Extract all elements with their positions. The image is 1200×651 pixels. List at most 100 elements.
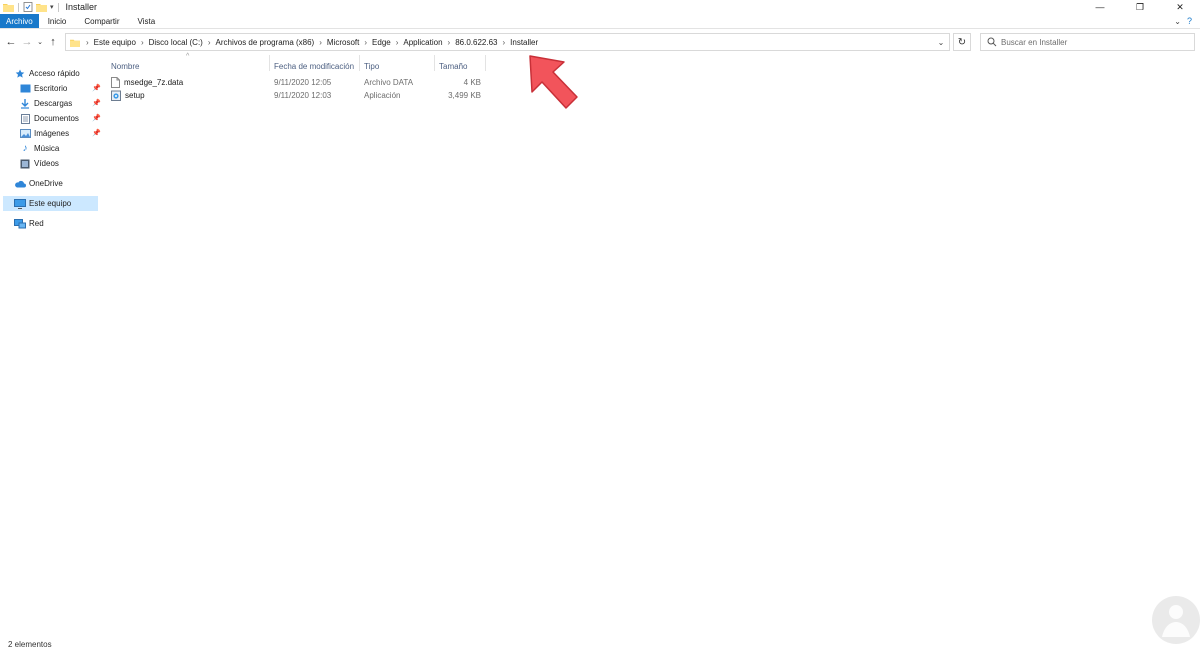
- computer-icon: [14, 198, 26, 209]
- column-header-name[interactable]: Nombre: [111, 59, 271, 73]
- column-divider[interactable]: [269, 55, 270, 71]
- toolbar-separator: [18, 2, 19, 12]
- properties-icon[interactable]: [23, 2, 33, 12]
- column-header-size[interactable]: Tamaño: [439, 59, 489, 73]
- tab-inicio[interactable]: Inicio: [39, 14, 76, 28]
- column-header-type[interactable]: Tipo: [364, 59, 434, 73]
- sidebar-item-este-equipo[interactable]: Este equipo: [3, 196, 98, 211]
- search-input[interactable]: [1001, 37, 1191, 47]
- table-row[interactable]: setup 9/11/2020 12:03 Aplicación 3,499 K…: [105, 88, 485, 102]
- sidebar-item-label: OneDrive: [29, 179, 63, 188]
- breadcrumb-chevron-icon[interactable]: ›: [394, 38, 401, 47]
- status-bar: 2 elementos: [0, 637, 1200, 651]
- ribbon-right-controls: ⌄ ?: [1174, 14, 1200, 28]
- file-type-cell: Aplicación: [364, 90, 401, 100]
- column-header-label: Fecha de modificación: [274, 61, 355, 71]
- sidebar-item-musica[interactable]: ♪ Música: [19, 141, 60, 156]
- refresh-icon: ↻: [957, 36, 967, 48]
- star-icon: [14, 68, 26, 79]
- sidebar-item-documentos[interactable]: Documentos 📌: [19, 111, 101, 126]
- refresh-button[interactable]: ↻: [953, 33, 971, 51]
- address-bar[interactable]: › Este equipo › Disco local (C:) › Archi…: [65, 33, 950, 51]
- forward-button[interactable]: →: [19, 32, 35, 52]
- sidebar-item-imagenes[interactable]: Imágenes 📌: [19, 126, 101, 141]
- toolbar-separator: [57, 2, 59, 12]
- breadcrumb-este-equipo[interactable]: Este equipo: [91, 38, 139, 47]
- forward-arrow-icon: →: [21, 36, 33, 48]
- breadcrumb: › Este equipo › Disco local (C:) › Archi…: [66, 34, 541, 50]
- breadcrumb-chevron-icon[interactable]: ›: [500, 38, 507, 47]
- sidebar-item-label: Acceso rápido: [29, 69, 80, 78]
- breadcrumb-microsoft[interactable]: Microsoft: [324, 38, 362, 47]
- pin-icon[interactable]: 📌: [92, 129, 101, 137]
- network-icon: [14, 218, 26, 229]
- sidebar-item-label: Red: [29, 219, 44, 228]
- pin-icon[interactable]: 📌: [92, 84, 101, 92]
- help-icon[interactable]: ?: [1187, 16, 1192, 26]
- ribbon-tabs: Archivo Inicio Compartir Vista ⌄ ?: [0, 14, 1200, 29]
- column-divider[interactable]: [359, 55, 360, 71]
- chevron-down-icon: ⌄: [937, 37, 945, 47]
- back-arrow-icon: ←: [5, 36, 17, 48]
- navigation-bar: ← → ⌄ ↑ › Este equipo › Disco local (C:)…: [0, 30, 1200, 54]
- sidebar-item-red[interactable]: Red: [14, 216, 44, 231]
- pin-icon[interactable]: 📌: [92, 99, 101, 107]
- cloud-icon: [14, 178, 26, 189]
- address-dropdown-button[interactable]: ⌄: [936, 34, 946, 50]
- breadcrumb-chevron-icon[interactable]: ›: [84, 38, 91, 47]
- title-bar: ▾ Installer — ❐ ✕: [0, 0, 1200, 14]
- recent-locations-button[interactable]: ⌄: [35, 32, 45, 52]
- back-button[interactable]: ←: [3, 32, 19, 52]
- column-divider[interactable]: [434, 55, 435, 71]
- breadcrumb-edge[interactable]: Edge: [369, 38, 394, 47]
- table-row[interactable]: msedge_7z.data 9/11/2020 12:05 Archivo D…: [105, 75, 485, 89]
- minimize-icon: —: [1095, 2, 1105, 12]
- breadcrumb-chevron-icon[interactable]: ›: [317, 38, 324, 47]
- tab-vista[interactable]: Vista: [129, 14, 165, 28]
- watermark-logo: [1152, 596, 1200, 644]
- tab-archivo[interactable]: Archivo: [0, 14, 39, 28]
- breadcrumb-application[interactable]: Application: [400, 38, 445, 47]
- file-size-cell: 3,499 KB: [448, 90, 481, 100]
- new-folder-icon[interactable]: [36, 2, 47, 12]
- breadcrumb-version[interactable]: 86.0.622.63: [452, 38, 500, 47]
- breadcrumb-archivos-de-programa[interactable]: Archivos de programa (x86): [213, 38, 318, 47]
- sidebar-item-acceso-rapido[interactable]: Acceso rápido: [14, 66, 80, 81]
- folder-icon: [3, 4, 14, 12]
- column-header-label: Nombre: [111, 61, 140, 71]
- expand-ribbon-icon[interactable]: ⌄: [1174, 17, 1181, 26]
- sidebar-item-videos[interactable]: Vídeos: [19, 156, 59, 171]
- breadcrumb-disco-local[interactable]: Disco local (C:): [146, 38, 206, 47]
- column-divider[interactable]: [485, 55, 486, 71]
- up-button[interactable]: ↑: [45, 32, 61, 52]
- pin-icon[interactable]: 📌: [92, 114, 101, 122]
- tab-compartir[interactable]: Compartir: [75, 14, 128, 28]
- quick-access-toolbar: ▾: [0, 0, 60, 14]
- sidebar-item-descargas[interactable]: Descargas 📌: [19, 96, 101, 111]
- restore-button[interactable]: ❐: [1120, 0, 1160, 14]
- breadcrumb-chevron-icon[interactable]: ›: [139, 38, 146, 47]
- column-header-modified[interactable]: Fecha de modificación: [274, 59, 364, 73]
- sidebar-item-escritorio[interactable]: Escritorio 📌: [19, 81, 101, 96]
- close-button[interactable]: ✕: [1160, 0, 1200, 14]
- sidebar-item-onedrive[interactable]: OneDrive: [14, 176, 63, 191]
- folder-icon: [70, 39, 80, 47]
- download-icon: [19, 98, 31, 109]
- sidebar-item-label: Música: [34, 144, 60, 153]
- customize-toolbar-icon[interactable]: ▾: [50, 3, 54, 11]
- restore-icon: ❐: [1135, 1, 1145, 12]
- installer-app-icon: [111, 90, 121, 101]
- file-name-cell: msedge_7z.data: [111, 75, 183, 89]
- breadcrumb-chevron-icon[interactable]: ›: [206, 38, 213, 47]
- up-arrow-icon: ↑: [50, 36, 56, 48]
- search-box[interactable]: [980, 33, 1195, 51]
- document-icon: [19, 113, 31, 124]
- breadcrumb-chevron-icon[interactable]: ›: [362, 38, 369, 47]
- file-name: msedge_7z.data: [124, 77, 184, 87]
- file-type-cell: Archivo DATA: [364, 77, 414, 87]
- music-icon: ♪: [22, 143, 28, 154]
- breadcrumb-installer[interactable]: Installer: [507, 38, 541, 47]
- sidebar-item-label: Este equipo: [29, 199, 72, 208]
- minimize-button[interactable]: —: [1080, 0, 1120, 14]
- breadcrumb-chevron-icon[interactable]: ›: [446, 38, 453, 47]
